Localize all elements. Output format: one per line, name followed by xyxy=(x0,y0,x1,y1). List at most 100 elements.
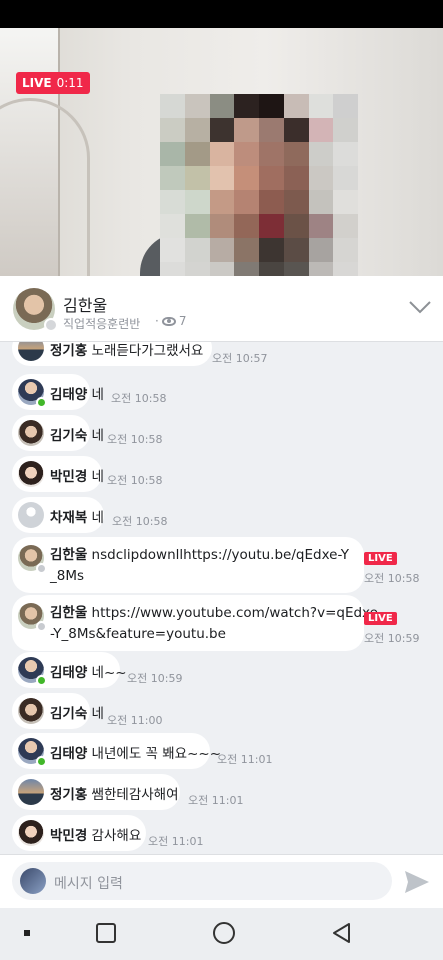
mosaic-pixel xyxy=(234,262,259,276)
commenter-avatar[interactable] xyxy=(18,603,47,632)
commenter-name[interactable]: 김태양 xyxy=(50,746,87,762)
mosaic-pixel xyxy=(234,118,259,142)
message-placeholder: 메시지 입력 xyxy=(54,876,123,892)
mosaic-pixel xyxy=(209,238,235,262)
mosaic-pixel xyxy=(333,94,358,118)
message-line: 정기홍 노래듣다가그랬서요 xyxy=(50,342,203,359)
mosaic-pixel xyxy=(160,166,185,190)
commenter-avatar[interactable] xyxy=(18,342,44,361)
system-nav-bar xyxy=(0,908,443,960)
mosaic-pixel xyxy=(283,214,309,238)
message-line: 김한울 nsdclipdownllhttps://youtu.be/qEdxe-… xyxy=(50,544,349,586)
group-name[interactable]: 직업적응훈련반 xyxy=(63,315,140,332)
mosaic-pixel xyxy=(283,166,309,190)
commenter-avatar[interactable] xyxy=(18,461,44,487)
message-text: https://www.youtube.com/watch?v=qEdxe xyxy=(87,605,378,621)
commenter-name[interactable]: 박민경 xyxy=(50,469,87,485)
commenter-avatar[interactable] xyxy=(18,738,47,767)
commenter-avatar[interactable] xyxy=(18,379,47,408)
back-icon[interactable] xyxy=(331,922,351,944)
mosaic-pixel xyxy=(259,94,284,118)
message-line: 김한울 https://www.youtube.com/watch?v=qEdx… xyxy=(50,602,378,644)
commenter-name[interactable]: 정기홍 xyxy=(50,343,87,359)
message-bubble[interactable]: 김태양 네 xyxy=(12,374,104,410)
commenter-avatar[interactable] xyxy=(18,502,44,528)
message-line: 김기숙 네 xyxy=(50,424,104,444)
message-line: 박민경 네 xyxy=(50,465,104,485)
commenter-avatar[interactable] xyxy=(18,657,47,686)
avatar-badge xyxy=(36,397,47,408)
video-background-arch xyxy=(0,98,90,276)
mosaic-pixel xyxy=(234,142,259,166)
commenter-name[interactable]: 김태양 xyxy=(50,387,87,403)
message-bubble[interactable]: 차재복 네 xyxy=(12,497,104,533)
mosaic-pixel xyxy=(184,238,210,262)
mosaic-pixel xyxy=(209,262,235,276)
mosaic-pixel xyxy=(234,214,259,238)
mosaic-pixel xyxy=(209,142,235,166)
commenter-name[interactable]: 김기숙 xyxy=(50,706,87,722)
mosaic-pixel xyxy=(184,94,210,118)
message-timestamp: 오전 11:01 xyxy=(188,794,244,807)
chevron-down-icon[interactable] xyxy=(409,300,431,314)
message-input[interactable]: 메시지 입력 xyxy=(12,862,392,900)
commenter-avatar[interactable] xyxy=(18,420,44,446)
mosaic-pixel xyxy=(308,166,334,190)
send-icon[interactable] xyxy=(404,870,430,894)
message-timestamp: 오전 11:01 xyxy=(148,835,204,848)
message-text: 노래듣다가그랬서요 xyxy=(87,343,204,359)
commenter-name[interactable]: 박민경 xyxy=(50,828,87,844)
mosaic-pixel xyxy=(333,118,358,142)
home-icon[interactable] xyxy=(213,922,235,944)
message-text: 내년에도 꼭 봬요~~~ xyxy=(87,746,222,762)
commenter-name[interactable]: 차재복 xyxy=(50,510,87,526)
mosaic-pixel xyxy=(333,190,358,214)
message-timestamp: 오전 10:59 xyxy=(127,672,183,685)
mosaic-pixel xyxy=(160,214,185,238)
mosaic-pixel xyxy=(184,262,210,276)
message-list[interactable]: 정기홍 노래듣다가그랬서요 오전 10:57 김태양 네 오전 10:58 김기숙 네오… xyxy=(0,342,443,854)
mosaic-pixel xyxy=(333,262,358,276)
message-bubble[interactable]: 정기홍 쌤한테감사해여 xyxy=(12,774,180,810)
message-line: 차재복 네 xyxy=(50,506,104,526)
mosaic-pixel xyxy=(160,190,185,214)
message-bubble[interactable]: 김태양 네~~ xyxy=(12,652,127,688)
mosaic-pixel xyxy=(283,238,309,262)
commenter-name[interactable]: 김기숙 xyxy=(50,428,87,444)
message-bubble[interactable]: 김한울 https://www.youtube.com/watch?v=qEdx… xyxy=(12,595,378,651)
message-bubble[interactable]: 김한울 nsdclipdownllhttps://youtu.be/qEdxe-… xyxy=(12,537,364,593)
mosaic-pixel xyxy=(333,214,358,238)
commenter-name[interactable]: 정기홍 xyxy=(50,787,87,803)
message-bubble[interactable]: 정기홍 노래듣다가그랬서요 xyxy=(12,342,212,366)
message-timestamp: 오전 10:58 xyxy=(112,515,168,528)
message-bubble[interactable]: 김기숙 네 xyxy=(12,415,104,451)
mosaic-pixel xyxy=(259,190,284,214)
commenter-avatar[interactable] xyxy=(18,820,44,846)
commenter-name[interactable]: 김태양 xyxy=(50,665,87,681)
message-timestamp: 오전 10:58 xyxy=(111,392,167,405)
commenter-avatar[interactable] xyxy=(18,779,44,805)
broadcaster-header: 김한울 직업적응훈련반 · 7 xyxy=(0,276,443,342)
message-bubble[interactable]: 김기숙 네 xyxy=(12,693,104,729)
broadcaster-name[interactable]: 김한울 xyxy=(63,292,107,316)
mosaic-pixel xyxy=(209,94,235,118)
commenter-name[interactable]: 김한울 xyxy=(50,605,87,621)
mosaic-pixel xyxy=(184,190,210,214)
mosaic-pixel xyxy=(160,262,185,276)
mosaic-pixel xyxy=(184,166,210,190)
message-bubble[interactable]: 박민경 감사해요 xyxy=(12,815,146,851)
commenter-avatar[interactable] xyxy=(18,545,47,574)
avatar-status-badge xyxy=(44,318,58,332)
recents-icon[interactable] xyxy=(96,923,116,943)
commenter-avatar[interactable] xyxy=(18,698,44,724)
message-bubble[interactable]: 박민경 네 xyxy=(12,456,104,492)
live-video[interactable]: LIVE 0:11 xyxy=(0,28,443,276)
avatar-badge xyxy=(36,563,47,574)
comments-panel: 김한울 직업적응훈련반 · 7 정기홍 노래듣다가그랬서요 오전 10:57 김태양… xyxy=(0,276,443,908)
menu-dot-icon[interactable] xyxy=(24,930,30,936)
mosaic-pixel xyxy=(308,190,334,214)
mosaic-pixel xyxy=(283,94,309,118)
message-bubble[interactable]: 김태양 내년에도 꼭 봬요~~~ xyxy=(12,733,221,769)
commenter-name[interactable]: 김한울 xyxy=(50,547,87,563)
mosaic-pixel xyxy=(308,142,334,166)
